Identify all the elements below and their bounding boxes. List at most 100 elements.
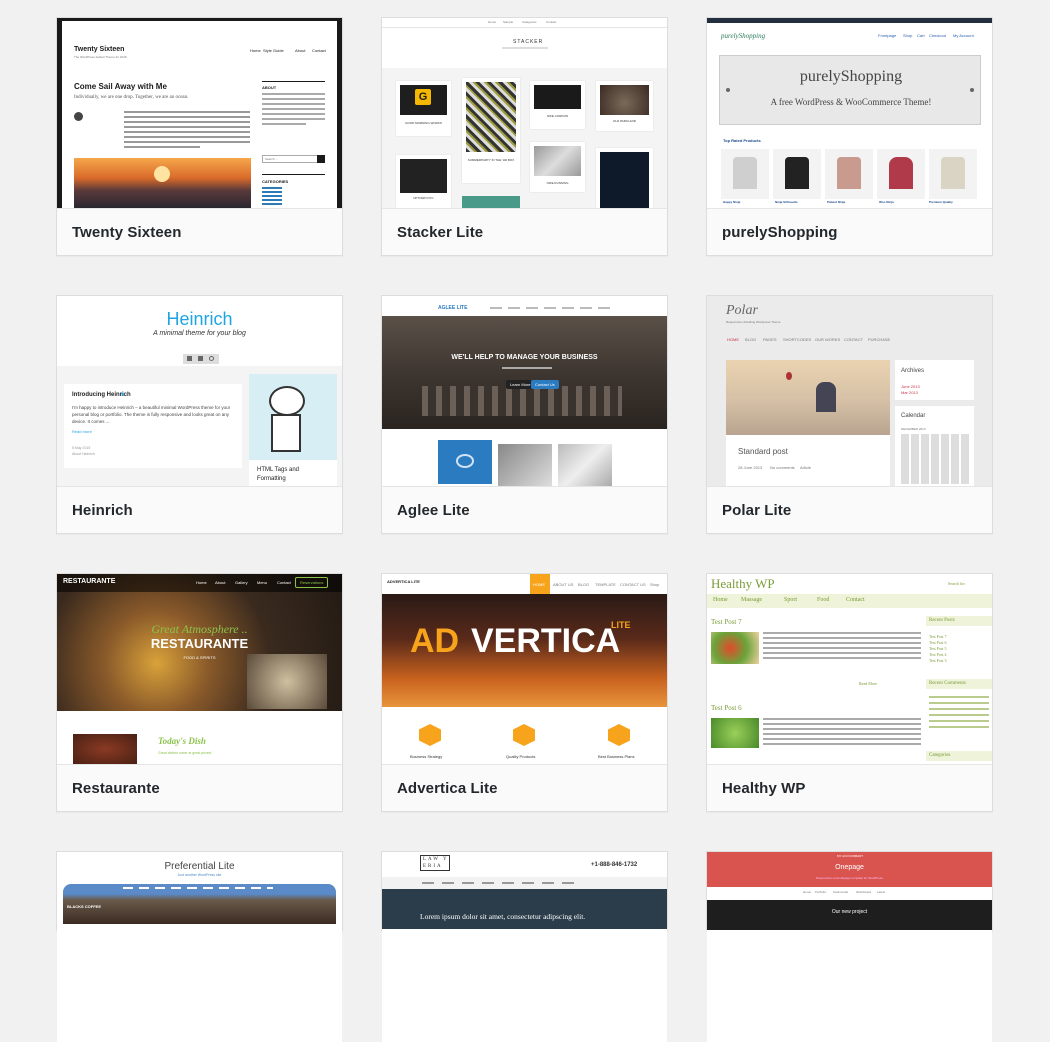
nav-item: CONTACT xyxy=(844,337,864,342)
theme-screenshot[interactable]: RESTAURANTE Home About Gallery Menu Cont… xyxy=(57,574,342,764)
menu-icon xyxy=(198,356,203,361)
nav-item: Contact xyxy=(277,580,291,585)
theme-screenshot[interactable]: Twenty Sixteen The WordPress default The… xyxy=(57,18,342,208)
post-card-2: HTML Tags and Formatting xyxy=(249,374,337,486)
theme-card-purelyshopping[interactable]: purelyShopping Frontpage Shop Cart Check… xyxy=(706,17,993,256)
post-title: Test Post 6 xyxy=(711,704,742,712)
theme-screenshot[interactable]: ADVERTICA LITE HOME ABOUT US BLOG TEMPLA… xyxy=(382,574,667,764)
theme-name[interactable]: Stacker Lite xyxy=(382,208,667,255)
site-logo: LAW Y ERIA xyxy=(420,855,450,871)
nav-item: Shop xyxy=(903,33,913,38)
nav-item: Testimonial xyxy=(833,890,849,894)
reservations-button[interactable]: Reservations xyxy=(295,577,329,588)
site-logo: purelyShopping xyxy=(721,32,766,40)
theme-grid: Twenty Sixteen The WordPress default The… xyxy=(0,0,1050,1042)
theme-screenshot[interactable]: AGLEE LITE WE'LL HELP TO MANAGE YOUR BUS… xyxy=(382,296,667,486)
nav-item: Worldmaps xyxy=(856,890,872,894)
theme-screenshot[interactable]: Heinrich A minimal theme for your blog I… xyxy=(57,296,342,486)
star-icon: ★ xyxy=(120,392,126,398)
theme-screenshot[interactable]: Home Sample Categories Contact STACKER G… xyxy=(382,18,667,208)
site-logo: RESTAURANTE xyxy=(63,578,116,585)
contact-button[interactable]: Contact Us xyxy=(531,380,559,389)
site-logo: Polar xyxy=(726,303,758,318)
theme-name[interactable]: Healthy WP xyxy=(707,764,992,811)
theme-screenshot[interactable]: purelyShopping Frontpage Shop Cart Check… xyxy=(707,18,992,208)
theme-name[interactable]: Twenty Sixteen xyxy=(57,208,342,255)
nav-item: MY ACCOUNT xyxy=(837,854,857,858)
theme-card-lawyeria[interactable]: LAW Y ERIA +1-888-846-1732 Lorem ipsum d… xyxy=(381,851,668,1042)
nav-item: HOME xyxy=(533,582,545,587)
nav-item: Checkout xyxy=(929,33,946,38)
theme-name[interactable]: Advertica Lite xyxy=(382,764,667,811)
nav-item: Latest xyxy=(877,890,886,894)
nav-item: CART xyxy=(855,854,864,858)
nav-item: Home xyxy=(250,48,261,53)
nav-item: Portfolio xyxy=(815,890,827,894)
nav-item: Categories xyxy=(522,20,537,24)
site-tagline: Responsive onemultipage template for Wor… xyxy=(816,876,883,880)
site-tagline: The WordPress default Theme for 2016 xyxy=(74,55,127,59)
theme-name[interactable]: Heinrich xyxy=(57,486,342,533)
hero-image: BLACKS COFFEE xyxy=(63,884,336,924)
nav-item: Home xyxy=(803,890,812,894)
theme-card-polar-lite[interactable]: Polar Responsive Unfolding Wordpress The… xyxy=(706,295,993,534)
site-title: Preferential Lite xyxy=(164,861,235,872)
search-icon xyxy=(209,356,214,361)
theme-name[interactable]: Aglee Lite xyxy=(382,486,667,533)
site-title: Twenty Sixteen xyxy=(74,46,125,53)
nav-item: Massage xyxy=(741,597,762,603)
nav-item: Home xyxy=(488,20,497,24)
site-tagline: Responsive Unfolding Wordpress Theme xyxy=(726,320,781,324)
nav-item: Frontpage xyxy=(878,33,897,38)
nav-item: HOME xyxy=(727,337,739,342)
prev-arrow-icon xyxy=(726,88,730,92)
theme-card-stacker-lite[interactable]: Home Sample Categories Contact STACKER G… xyxy=(381,17,668,256)
theme-name[interactable]: Polar Lite xyxy=(707,486,992,533)
post-title: Test Post 7 xyxy=(711,618,742,626)
nav-item: PAGES xyxy=(763,337,777,342)
nav-item: Shop xyxy=(650,582,660,587)
site-title: Heinrich xyxy=(166,309,233,329)
post-body xyxy=(124,111,250,148)
post-title: Come Sail Away with Me xyxy=(74,82,167,91)
nav-item: BLOG xyxy=(578,582,590,587)
theme-card-healthy-wp[interactable]: Healthy WP Search for: Home Massage Spor… xyxy=(706,573,993,812)
nav-item: Contact xyxy=(546,20,557,24)
archives-widget: Archives June 2013 Mar 2013 xyxy=(895,360,974,400)
nav-item: My Account xyxy=(953,33,974,38)
nav-item: OUR WORKS xyxy=(815,337,841,342)
phone-number: +1-888-846-1732 xyxy=(591,862,638,868)
calendar-widget: Calendar DECEMBER 2013 xyxy=(895,406,974,486)
nav-item: Sample xyxy=(503,20,514,24)
theme-card-aglee-lite[interactable]: AGLEE LITE WE'LL HELP TO MANAGE YOUR BUS… xyxy=(381,295,668,534)
theme-screenshot[interactable]: Polar Responsive Unfolding Wordpress The… xyxy=(707,296,992,486)
search-field: Search ... xyxy=(262,155,325,163)
theme-name[interactable]: purelyShopping xyxy=(707,208,992,255)
home-icon xyxy=(187,356,192,361)
theme-name[interactable]: Restaurante xyxy=(57,764,342,811)
theme-screenshot[interactable]: Preferential Lite Just another WordPress… xyxy=(57,852,342,1042)
products-icon xyxy=(513,724,535,746)
hero-image: WE'LL HELP TO MANAGE YOUR BUSINESS Learn… xyxy=(382,316,667,429)
theme-card-advertica-lite[interactable]: ADVERTICA LITE HOME ABOUT US BLOG TEMPLA… xyxy=(381,573,668,812)
nav-item: Home xyxy=(713,597,728,603)
theme-screenshot[interactable]: LAW Y ERIA +1-888-846-1732 Lorem ipsum d… xyxy=(382,852,667,1042)
theme-card-restaurante[interactable]: RESTAURANTE Home About Gallery Menu Cont… xyxy=(56,573,343,812)
theme-card-onepage[interactable]: MY ACCOUNT CART Onepage Responsive onemu… xyxy=(706,851,993,1042)
nav-item: BLOG xyxy=(745,337,757,342)
plans-icon xyxy=(608,724,630,746)
search-icon xyxy=(317,155,325,163)
post-card: Introducing Heinrich ★ I'm happy to intr… xyxy=(64,384,242,468)
theme-screenshot[interactable]: Healthy WP Search for: Home Massage Spor… xyxy=(707,574,992,764)
theme-screenshot[interactable]: MY ACCOUNT CART Onepage Responsive onemu… xyxy=(707,852,992,1042)
theme-card-preferential-lite[interactable]: Preferential Lite Just another WordPress… xyxy=(56,851,343,1042)
site-tagline: Just another WordPress site xyxy=(177,873,222,877)
site-logo: ADVERTICA LITE xyxy=(387,579,420,584)
nav-item: About xyxy=(215,580,226,585)
site-logo: STACKER xyxy=(513,39,544,45)
nav-item: Contact xyxy=(846,597,865,603)
theme-card-heinrich[interactable]: Heinrich A minimal theme for your blog I… xyxy=(56,295,343,534)
nav-item: TEMPLATE xyxy=(595,582,616,587)
sidebar-categories: CATEGORIES xyxy=(262,179,289,184)
theme-card-twenty-sixteen[interactable]: Twenty Sixteen The WordPress default The… xyxy=(56,17,343,256)
